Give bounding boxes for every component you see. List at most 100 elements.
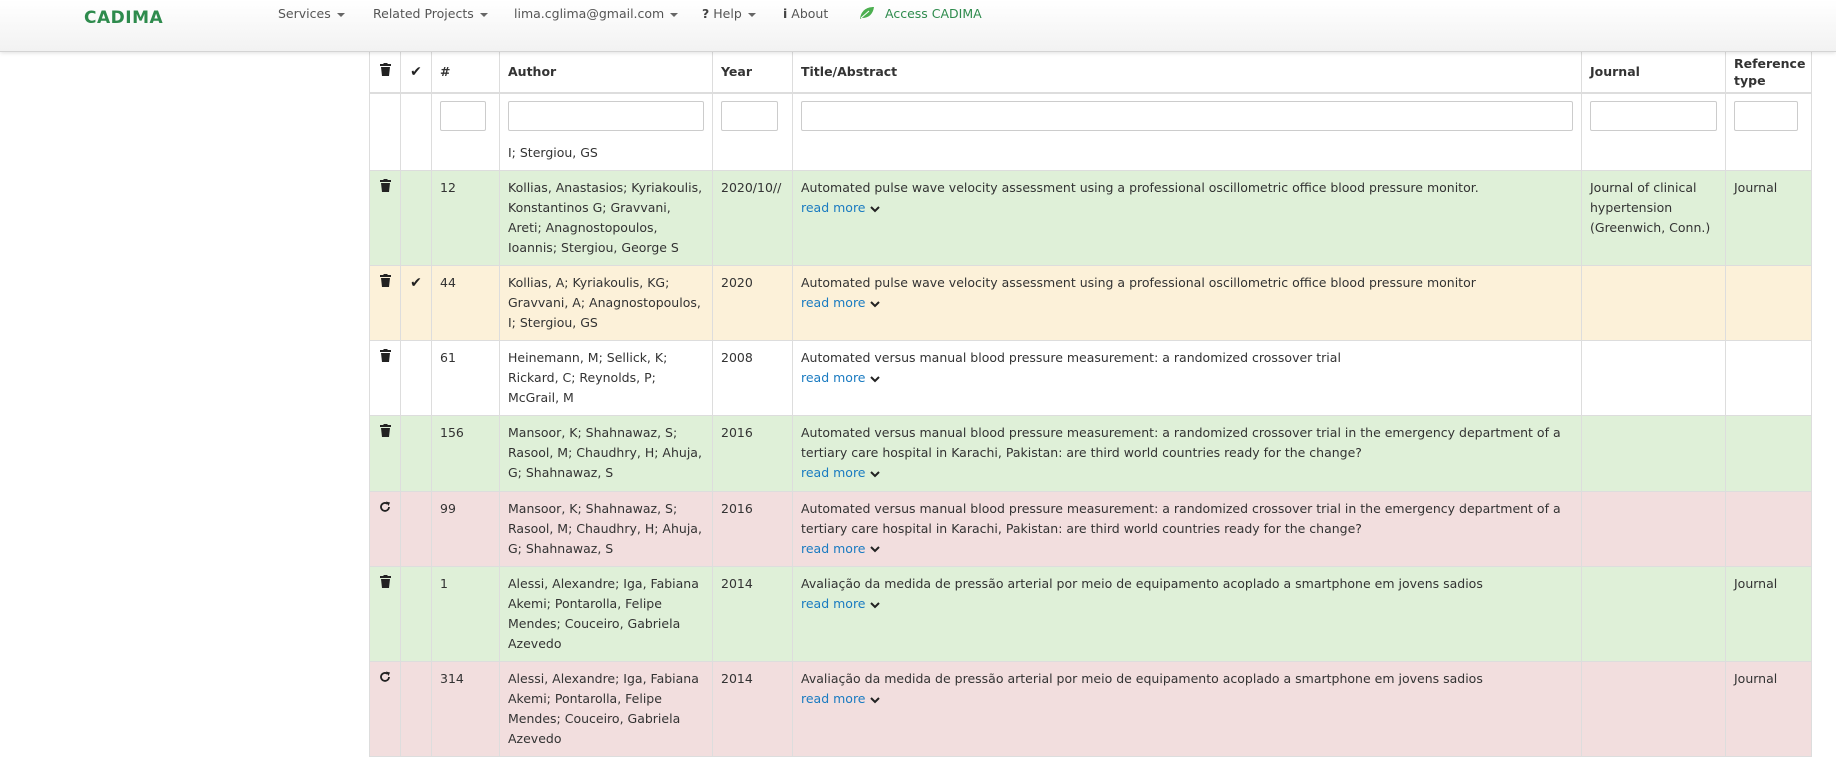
read-more-link[interactable]: read more: [801, 200, 880, 215]
check-icon[interactable]: ✔: [410, 275, 422, 291]
trash-icon[interactable]: [379, 423, 391, 443]
read-more-label: read more: [801, 465, 866, 480]
read-more-label: read more: [801, 370, 866, 385]
brand-logo[interactable]: CADIMA: [84, 8, 163, 28]
header-delete: [369, 51, 401, 94]
header-number[interactable]: #: [431, 51, 500, 94]
row-reference-type: [1725, 265, 1812, 341]
read-more-link[interactable]: read more: [801, 691, 880, 706]
filter-author-input[interactable]: [508, 101, 704, 131]
check-icon: ✔: [410, 64, 422, 80]
row-number: 156: [431, 415, 500, 492]
row-title: Automated versus manual blood pressure m…: [801, 350, 1341, 365]
row-author: Kollias, Anastasios; Kyriakoulis, Konsta…: [499, 170, 713, 266]
row-check-cell: [400, 490, 432, 567]
trash-icon: [379, 63, 391, 79]
question-icon: ?: [702, 6, 710, 21]
references-table-container: ✔ # Author Year Title/Abstract Journal R…: [369, 51, 1812, 757]
row-journal: [1581, 661, 1726, 757]
row-author: Heinemann, M; Sellick, K; Rickard, C; Re…: [499, 340, 713, 416]
row-author: Alessi, Alexandre; Iga, Fabiana Akemi; P…: [499, 661, 713, 757]
refresh-icon[interactable]: [379, 669, 391, 689]
filter-journal-input[interactable]: [1590, 101, 1717, 131]
nav-user-menu[interactable]: lima.cglima@gmail.com: [514, 6, 679, 21]
table-row: 61 Heinemann, M; Sellick, K; Rickard, C; …: [369, 340, 1812, 416]
row-title: Automated versus manual blood pressure m…: [801, 425, 1561, 460]
row-title: Avaliação da medida de pressão arterial …: [801, 576, 1483, 591]
row-title-cell: Automated versus manual blood pressure m…: [792, 415, 1582, 492]
trash-icon[interactable]: [379, 273, 391, 293]
read-more-link[interactable]: read more: [801, 596, 880, 611]
nav-related-projects-menu[interactable]: Related Projects: [373, 6, 488, 21]
filter-cell-reftype: [1725, 92, 1812, 171]
row-year: 2020: [712, 265, 793, 341]
row-number: 12: [431, 170, 500, 266]
trash-icon[interactable]: [379, 348, 391, 368]
row-check-cell: [400, 415, 432, 492]
nav-access-link[interactable]: Access CADIMA: [859, 6, 982, 23]
leaf-icon: [859, 6, 875, 23]
row-action-cell: [369, 661, 401, 757]
header-reference-type[interactable]: Reference type: [1725, 51, 1812, 94]
read-more-link[interactable]: read more: [801, 370, 880, 385]
trash-icon[interactable]: [379, 574, 391, 594]
row-title-cell: Automated pulse wave velocity assessment…: [792, 170, 1582, 266]
refresh-icon[interactable]: [379, 499, 391, 519]
filter-cell-empty: [400, 92, 432, 171]
nav-help-menu[interactable]: ? Help: [702, 6, 756, 21]
nav-services-label: Services: [278, 6, 331, 21]
info-icon: i: [783, 6, 788, 21]
row-check-cell: [400, 170, 432, 266]
author-fragment-text: I; Stergiou, GS: [508, 145, 598, 160]
table-row: 314 Alessi, Alexandre; Iga, Fabiana Akemi…: [369, 661, 1812, 757]
row-number: 1: [431, 566, 500, 662]
row-journal: Journal of clinical hypertension (Greenw…: [1581, 170, 1726, 266]
read-more-label: read more: [801, 691, 866, 706]
row-reference-type: Journal: [1725, 566, 1812, 662]
header-author[interactable]: Author: [499, 51, 713, 94]
row-author: Mansoor, K; Shahnawaz, S; Rasool, M; Cha…: [499, 415, 713, 492]
header-year[interactable]: Year: [712, 51, 793, 94]
chevron-down-icon: [869, 539, 880, 559]
row-author: Kollias, A; Kyriakoulis, KG; Gravvani, A…: [499, 265, 713, 341]
nav-about-label: About: [791, 6, 829, 21]
header-row: ✔ # Author Year Title/Abstract Journal R…: [369, 51, 1812, 94]
filter-number-input[interactable]: [440, 101, 486, 131]
top-navbar: CADIMA Services Related Projects lima.cg…: [0, 0, 1836, 52]
caret-down-icon: [670, 12, 679, 17]
row-title-cell: Avaliação da medida de pressão arterial …: [792, 566, 1582, 662]
read-more-link[interactable]: read more: [801, 465, 880, 480]
filter-cell-year: [712, 92, 793, 171]
row-action-cell: [369, 566, 401, 662]
row-check-cell: [400, 661, 432, 757]
row-check-cell: ✔: [400, 265, 432, 341]
row-number: 314: [431, 661, 500, 757]
chevron-down-icon: [869, 595, 880, 615]
caret-down-icon: [336, 12, 345, 17]
row-reference-type: [1725, 415, 1812, 492]
row-title-cell: Automated pulse wave velocity assessment…: [792, 265, 1582, 341]
row-action-cell: [369, 340, 401, 416]
row-journal: [1581, 415, 1726, 492]
nav-access-label: Access CADIMA: [885, 6, 982, 21]
read-more-link[interactable]: read more: [801, 295, 880, 310]
read-more-label: read more: [801, 596, 866, 611]
nav-services-menu[interactable]: Services: [278, 6, 345, 21]
row-action-cell: [369, 265, 401, 341]
nav-about-link[interactable]: i About: [783, 6, 828, 21]
table-row: 99 Mansoor, K; Shahnawaz, S; Rasool, M; C…: [369, 490, 1812, 567]
read-more-link[interactable]: read more: [801, 541, 880, 556]
caret-down-icon: [747, 12, 756, 17]
row-author: Mansoor, K; Shahnawaz, S; Rasool, M; Cha…: [499, 490, 713, 567]
header-journal[interactable]: Journal: [1581, 51, 1726, 94]
nav-related-projects-label: Related Projects: [373, 6, 474, 21]
filter-reftype-input[interactable]: [1734, 101, 1798, 131]
filter-year-input[interactable]: [721, 101, 778, 131]
row-check-cell: [400, 340, 432, 416]
table-row: ✔ 44 Kollias, A; Kyriakoulis, KG; Gravvani…: [369, 265, 1812, 341]
row-year: 2014: [712, 661, 793, 757]
filter-title-input[interactable]: [801, 101, 1573, 131]
header-title-abstract[interactable]: Title/Abstract: [792, 51, 1582, 94]
trash-icon[interactable]: [379, 178, 391, 198]
row-check-cell: [400, 566, 432, 662]
